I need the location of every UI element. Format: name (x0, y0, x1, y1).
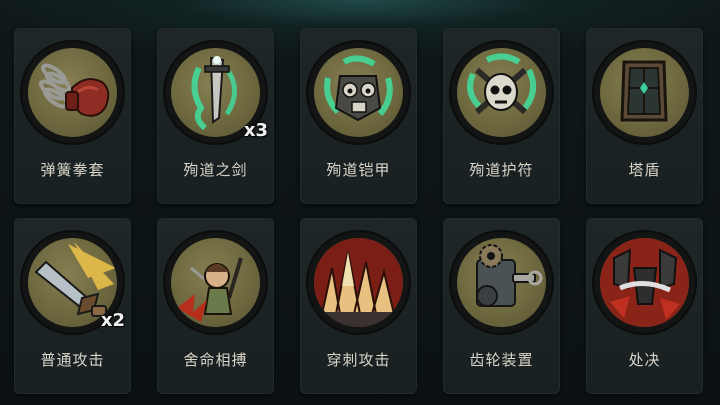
card-execution[interactable]: 处决 (586, 218, 703, 394)
card-gear-device[interactable]: 齿轮装置 (443, 218, 560, 394)
card-medallion (165, 232, 266, 333)
card-label: 殉道之剑 (183, 161, 248, 179)
card-label: 穿刺攻击 (326, 351, 391, 369)
card-label: 齿轮装置 (469, 351, 534, 369)
card-spring-glove[interactable]: 弹簧拳套 (14, 28, 131, 204)
card-medallion (594, 232, 695, 333)
card-tower-shield[interactable]: 塔盾 (586, 28, 703, 204)
card-label: 舍命相搏 (183, 351, 248, 369)
card-medallion (451, 42, 552, 143)
card-label: 殉道护符 (469, 161, 534, 179)
card-martyr-armor[interactable]: 殉道铠甲 (300, 28, 417, 204)
card-basic-attack[interactable]: x2 普通攻击 (14, 218, 131, 394)
card-medallion (22, 42, 123, 143)
card-medallion (451, 232, 552, 333)
card-desperate-fight[interactable]: 舍命相搏 (157, 218, 274, 394)
spring-glove-icon (38, 63, 110, 117)
multiplier-badge: x3 (243, 120, 268, 141)
card-label: 弹簧拳套 (40, 161, 105, 179)
martyr-amulet-icon (467, 53, 537, 115)
gear-device-icon (476, 244, 543, 307)
card-medallion (594, 42, 695, 143)
card-label: 塔盾 (628, 161, 661, 179)
card-label: 处决 (628, 351, 661, 369)
card-grid: 弹簧拳套 x3 殉道之剑 殉道铠甲 殉道护符 塔盾 x2 普通攻击 舍命相搏 穿… (14, 28, 703, 394)
tower-shield-icon (620, 60, 668, 122)
card-label: 殉道铠甲 (326, 161, 391, 179)
card-medallion (308, 42, 409, 143)
multiplier-badge: x2 (100, 310, 125, 331)
desperate-fight-icon (177, 257, 243, 322)
card-martyr-amulet[interactable]: 殉道护符 (443, 28, 560, 204)
spike-attack-icon (314, 238, 403, 327)
card-collection-screen: 弹簧拳套 x3 殉道之剑 殉道铠甲 殉道护符 塔盾 x2 普通攻击 舍命相搏 穿… (0, 0, 720, 405)
card-martyr-sword[interactable]: x3 殉道之剑 (157, 28, 274, 204)
card-spike-attack[interactable]: 穿刺攻击 (300, 218, 417, 394)
card-medallion (308, 232, 409, 333)
card-label: 普通攻击 (40, 351, 105, 369)
execution-icon (600, 238, 689, 327)
martyr-armor-icon (324, 55, 393, 122)
